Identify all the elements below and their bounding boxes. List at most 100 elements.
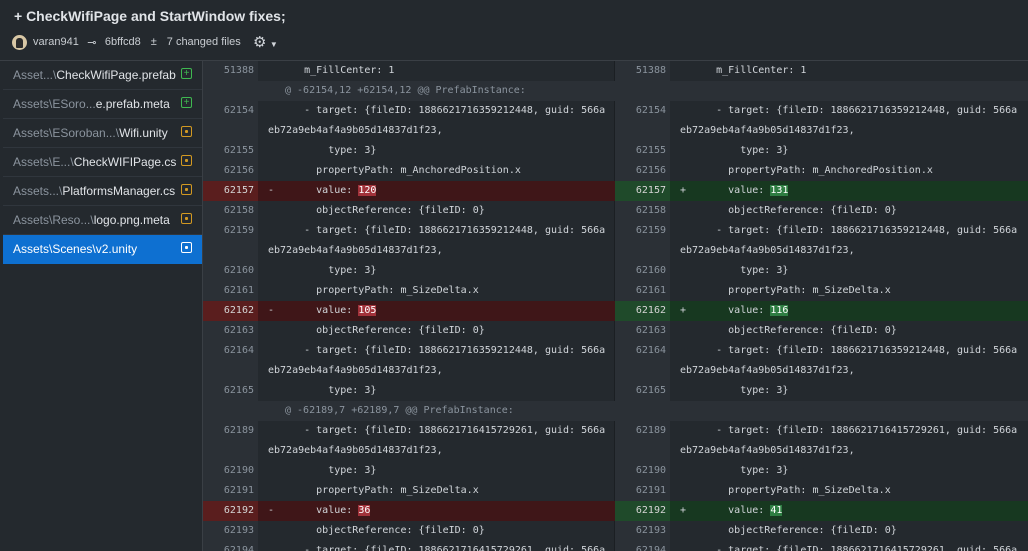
gear-icon: ⚙ (253, 34, 267, 51)
code-text: value: 120 (268, 181, 377, 201)
old-line-code: value: 120- (258, 181, 615, 201)
code-text: value: 36 (268, 501, 371, 521)
file-item[interactable]: Assets\E...\CheckWIFIPage.cs (3, 148, 202, 177)
file-modified-icon (181, 155, 192, 166)
diff-line: 62162 value: 105-62162 value: 116 + (203, 301, 1028, 321)
new-line-code: - target: {fileID: 1886621716359212448, … (670, 101, 1028, 121)
new-line-number: 62161 (615, 281, 670, 301)
new-line-code: - target: {fileID: 1886621716359212448, … (670, 341, 1028, 361)
file-item[interactable]: Assets\Scenes\v2.unity (3, 235, 202, 264)
old-line-code: objectReference: {fileID: 0} (258, 201, 615, 221)
code-text: eb72a9eb4af4a9b05d14837d1f23, (680, 245, 855, 256)
new-line-code: propertyPath: m_SizeDelta.x (670, 481, 1028, 501)
file-modified-icon (181, 242, 192, 253)
diff-line: eb72a9eb4af4a9b05d14837d1f23, eb72a9eb4af… (203, 441, 1028, 461)
old-line-number: 62162 (203, 301, 258, 321)
file-path-name: v2.unity (95, 242, 138, 256)
diff-line: 62194 - target: {fileID: 188662171641572… (203, 541, 1028, 551)
file-item[interactable]: Assets...\PlatformsManager.cs (3, 177, 202, 206)
new-line-number: 62160 (615, 261, 670, 281)
code-prefix: value: (268, 505, 359, 516)
commit-title: + CheckWifiPage and StartWindow fixes; (14, 8, 286, 24)
new-line-number: 62189 (615, 421, 670, 441)
code-text: - target: {fileID: 1886621716415729261, … (268, 545, 606, 551)
old-line-number: 62154 (203, 101, 258, 121)
new-line-number: 62155 (615, 141, 670, 161)
deletion-marker: - (268, 185, 275, 196)
new-line-code: - target: {fileID: 1886621716359212448, … (670, 221, 1028, 241)
code-prefix: value: (268, 185, 359, 196)
diff-line: eb72a9eb4af4a9b05d14837d1f23, eb72a9eb4af… (203, 241, 1028, 261)
old-line-number: 62189 (203, 421, 258, 441)
file-path-dir: Assets\ESoro... (13, 97, 96, 111)
code-text: objectReference: {fileID: 0} (268, 325, 485, 336)
commit-meta: varan941 ⊸ 6bffcd8 ± 7 changed files ⚙ ▼ (12, 33, 287, 51)
diff-line: 62159 - target: {fileID: 188662171635921… (203, 221, 1028, 241)
old-line-number (203, 441, 258, 461)
new-line-code: eb72a9eb4af4a9b05d14837d1f23, (670, 441, 1028, 461)
diff-line: 62164 - target: {fileID: 188662171635921… (203, 341, 1028, 361)
file-item[interactable]: Assets\Reso...\logo.png.meta (3, 206, 202, 235)
new-line-code: type: 3} (670, 141, 1028, 161)
old-line-code: eb72a9eb4af4a9b05d14837d1f23, (258, 441, 615, 461)
old-line-number: 62193 (203, 521, 258, 541)
file-item[interactable]: Assets\ESoro...e.prefab.meta + (3, 90, 202, 119)
new-line-code: value: 41 + (670, 501, 1028, 521)
code-text: type: 3} (268, 265, 377, 276)
removed-value: 36 (358, 505, 371, 516)
deletion-marker: - (268, 505, 275, 516)
code-text: type: 3} (680, 145, 789, 156)
old-line-number (203, 401, 258, 421)
hunk-text: @ -62189,7 +62189,7 @@ PrefabInstance: (285, 405, 514, 416)
diff-line: 51388 m_FillCenter: 1 51388 m_FillCenter:… (203, 61, 1028, 81)
new-line-code (670, 81, 1028, 101)
file-path: Assets\E...\CheckWIFIPage.cs (13, 155, 176, 169)
added-value: 131 (770, 185, 789, 196)
old-line-code: value: 36- (258, 501, 615, 521)
file-path-name: PlatformsManager.cs (62, 184, 176, 198)
file-modified-icon (181, 126, 192, 137)
file-path: Assets\ESoroban...\Wifi.unity (13, 126, 168, 140)
commit-sha: 6bffcd8 (104, 36, 141, 48)
new-line-number (615, 441, 670, 461)
old-line-number: 62160 (203, 261, 258, 281)
chevron-down-icon: ▼ (269, 40, 278, 49)
diff-line: 62160 type: 3} 62160 type: 3} (203, 261, 1028, 281)
old-line-code: m_FillCenter: 1 (258, 61, 615, 81)
file-path-dir: Asset...\ (13, 68, 57, 82)
diff-line: 62193 objectReference: {fileID: 0} 62193 … (203, 521, 1028, 541)
old-line-code: - target: {fileID: 1886621716359212448, … (258, 101, 615, 121)
file-path-name: CheckWIFIPage.cs (73, 155, 177, 169)
code-text: type: 3} (680, 465, 789, 476)
new-line-number: 62162 (615, 301, 670, 321)
diff-line: 62158 objectReference: {fileID: 0} 62158 … (203, 201, 1028, 221)
file-item[interactable]: Assets\ESoroban...\Wifi.unity (3, 119, 202, 148)
removed-value: 105 (358, 305, 377, 316)
old-line-number: 51388 (203, 61, 258, 81)
new-line-number: 51388 (615, 61, 670, 81)
old-line-number (203, 121, 258, 141)
diff-settings-button[interactable]: ⚙ ▼ (247, 33, 281, 51)
commit-icon: ⊸ (87, 36, 97, 49)
old-line-number: 62157 (203, 181, 258, 201)
old-line-number: 62155 (203, 141, 258, 161)
code-text: objectReference: {fileID: 0} (680, 205, 897, 216)
new-line-code: propertyPath: m_SizeDelta.x (670, 281, 1028, 301)
old-line-code: propertyPath: m_SizeDelta.x (258, 281, 615, 301)
new-line-number: 62159 (615, 221, 670, 241)
old-line-number: 62158 (203, 201, 258, 221)
code-text: value: 131 (680, 181, 789, 201)
new-line-number: 62191 (615, 481, 670, 501)
file-item[interactable]: Asset...\CheckWifiPage.prefab + (3, 61, 202, 90)
side-by-side-diff[interactable]: 51388 m_FillCenter: 1 51388 m_FillCenter:… (203, 61, 1028, 551)
changed-files-count: 7 changed files (166, 36, 241, 48)
new-line-number: 62156 (615, 161, 670, 181)
diff-line: 62190 type: 3} 62190 type: 3} (203, 461, 1028, 481)
diff-line: 62157 value: 120-62157 value: 131 + (203, 181, 1028, 201)
file-added-icon: + (181, 68, 192, 79)
file-path-dir: Assets\E...\ (13, 155, 74, 169)
code-prefix: value: (680, 185, 771, 196)
new-line-number (615, 121, 670, 141)
new-line-number (615, 361, 670, 381)
file-path: Assets\ESoro...e.prefab.meta (13, 97, 170, 111)
